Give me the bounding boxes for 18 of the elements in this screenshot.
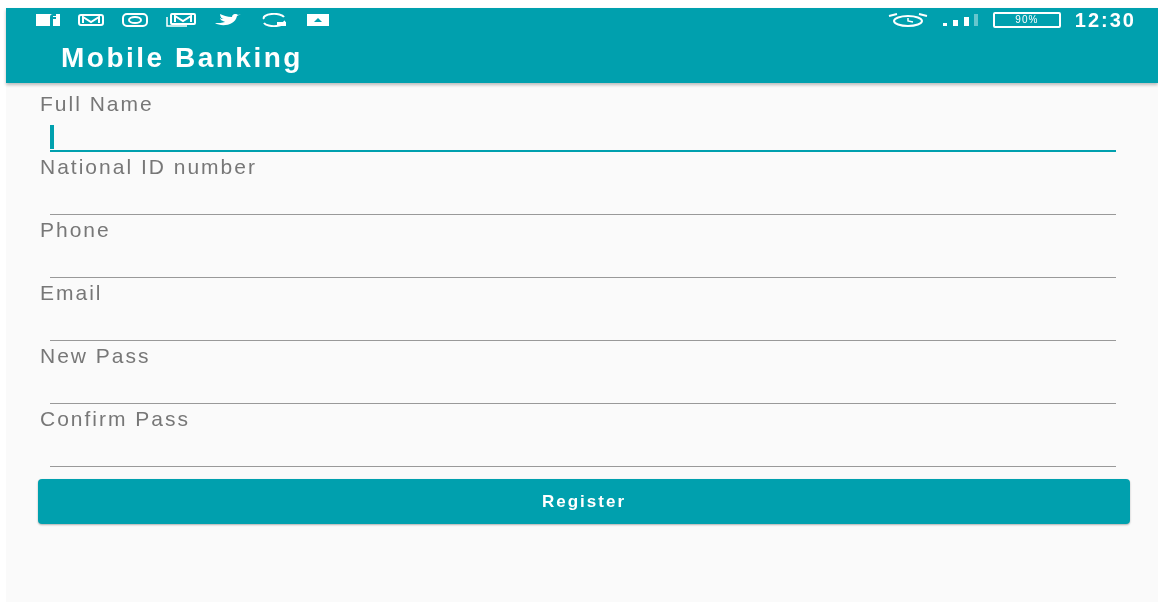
field-label: New Pass: [40, 345, 151, 367]
field-label: Confirm Pass: [40, 408, 191, 430]
camera-icon: [122, 13, 148, 27]
field-label: Full Name: [40, 93, 154, 115]
register-button[interactable]: Register: [38, 479, 1130, 524]
mail-icon: [166, 13, 196, 27]
signal-icon: [942, 14, 979, 26]
battery-level: 90%: [1015, 15, 1039, 25]
input-field[interactable]: [50, 123, 1116, 152]
field-label: National ID number: [40, 156, 257, 178]
field-label: Email: [40, 282, 103, 304]
clock-time: 12:30: [1074, 8, 1136, 32]
sync-icon: [260, 13, 288, 27]
app-title: Mobile Banking: [60, 41, 304, 74]
upload-icon: [306, 13, 330, 27]
alarm-icon: [886, 13, 929, 27]
field-label: Phone: [40, 219, 111, 241]
mail-icon: [78, 14, 104, 26]
